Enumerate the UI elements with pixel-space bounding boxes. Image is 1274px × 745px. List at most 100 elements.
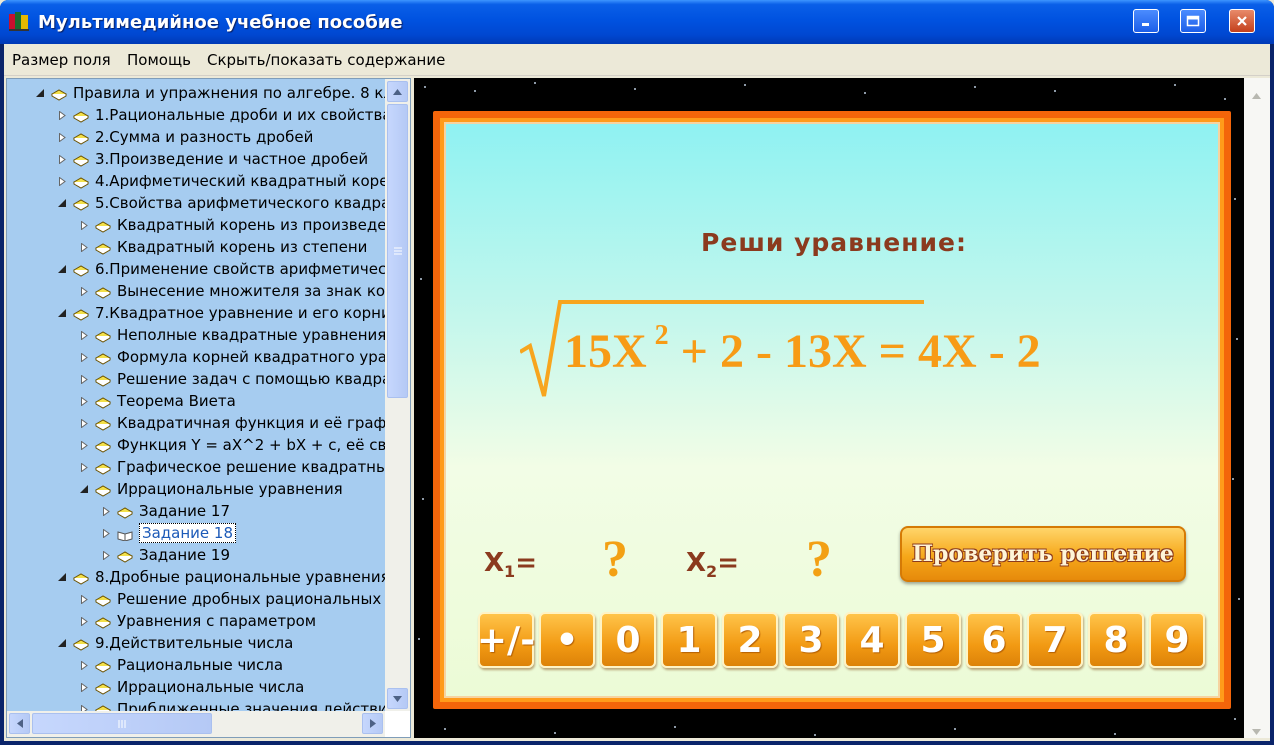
- tree-item[interactable]: 9.Действительные числа: [57, 632, 293, 654]
- collapsed-triangle-icon[interactable]: [79, 286, 89, 296]
- collapsed-triangle-icon[interactable]: [101, 506, 111, 516]
- collapsed-triangle-icon[interactable]: [79, 352, 89, 362]
- tree-item[interactable]: Решение задач с помощью квадра: [79, 368, 385, 390]
- collapsed-triangle-icon[interactable]: [79, 440, 89, 450]
- arrow-left-icon: [16, 719, 23, 728]
- tree-item[interactable]: 6.Применение свойств арифметическ: [57, 258, 385, 280]
- collapsed-triangle-icon[interactable]: [79, 330, 89, 340]
- tree-item[interactable]: Вынесение множителя за знак кор: [79, 280, 385, 302]
- collapsed-triangle-icon[interactable]: [79, 594, 89, 604]
- expanded-triangle-icon[interactable]: [79, 484, 89, 494]
- tree-item[interactable]: Правила и упражнения по алгебре. 8 кла: [35, 82, 385, 104]
- expanded-triangle-icon[interactable]: [57, 198, 67, 208]
- tree-item-label: 6.Применение свойств арифметическ: [95, 260, 385, 278]
- keypad-key[interactable]: 7: [1027, 612, 1083, 668]
- collapsed-triangle-icon[interactable]: [79, 396, 89, 406]
- tree-horizontal-scrollbar[interactable]: [7, 711, 385, 737]
- collapsed-triangle-icon[interactable]: [101, 550, 111, 560]
- keypad-key[interactable]: 9: [1149, 612, 1205, 668]
- collapsed-triangle-icon[interactable]: [79, 682, 89, 692]
- tree-item[interactable]: 3.Произведение и частное дробей: [57, 148, 368, 170]
- keypad-key[interactable]: 8: [1088, 612, 1144, 668]
- title-bar[interactable]: Мультимедийное учебное пособие: [0, 0, 1274, 44]
- keypad-key[interactable]: 6: [966, 612, 1022, 668]
- scroll-right-button[interactable]: [362, 713, 383, 734]
- scroll-down-button[interactable]: [387, 688, 408, 709]
- menu-field-size[interactable]: Размер поля: [12, 51, 111, 69]
- keypad-key[interactable]: 3: [783, 612, 839, 668]
- expanded-triangle-icon[interactable]: [57, 308, 67, 318]
- collapsed-triangle-icon[interactable]: [79, 616, 89, 626]
- content-scroll-up-button[interactable]: [1252, 86, 1261, 104]
- collapsed-triangle-icon[interactable]: [57, 110, 67, 120]
- tree-item[interactable]: Квадратный корень из степени: [79, 236, 367, 258]
- keypad-key[interactable]: 0: [600, 612, 656, 668]
- scroll-thumb[interactable]: [387, 104, 408, 398]
- tree-item-label: Теорема Виета: [117, 392, 236, 410]
- tree-item[interactable]: Рациональные числа: [79, 654, 283, 676]
- collapsed-triangle-icon[interactable]: [79, 660, 89, 670]
- horizontal-scroll-thumb[interactable]: [32, 713, 212, 734]
- book-icon: [94, 703, 112, 711]
- tree-item[interactable]: Задание 18: [101, 522, 237, 544]
- content-vertical-scrollbar[interactable]: [1244, 78, 1270, 738]
- keypad-key[interactable]: +/-: [477, 612, 535, 668]
- keypad-key[interactable]: 1: [661, 612, 717, 668]
- minimize-button[interactable]: [1133, 9, 1159, 33]
- menu-help[interactable]: Помощь: [127, 51, 191, 69]
- scroll-up-button[interactable]: [387, 81, 408, 102]
- collapsed-triangle-icon[interactable]: [79, 462, 89, 472]
- tree-item[interactable]: Квадратичная функция и её графи: [79, 412, 385, 434]
- close-button[interactable]: [1229, 9, 1255, 33]
- tree-item[interactable]: Уравнения с параметром: [79, 610, 316, 632]
- contents-tree[interactable]: Правила и упражнения по алгебре. 8 кла 1.…: [7, 79, 385, 711]
- tree-item[interactable]: Квадратный корень из произведен: [79, 214, 385, 236]
- tree-item[interactable]: 5.Свойства арифметического квадра: [57, 192, 385, 214]
- tree-item[interactable]: Решение дробных рациональных ур: [79, 588, 385, 610]
- collapsed-triangle-icon[interactable]: [79, 704, 89, 711]
- collapsed-triangle-icon[interactable]: [79, 418, 89, 428]
- keypad-key[interactable]: 5: [905, 612, 961, 668]
- scroll-left-button[interactable]: [9, 713, 30, 734]
- tree-item[interactable]: Задание 17: [101, 500, 230, 522]
- collapsed-triangle-icon[interactable]: [57, 154, 67, 164]
- x1-answer[interactable]: ?: [602, 530, 628, 589]
- tree-item[interactable]: Приближенные значения действит: [79, 698, 385, 711]
- tree-item[interactable]: 8.Дробные рациональные уравнения: [57, 566, 385, 588]
- tree-vertical-scrollbar[interactable]: [385, 79, 410, 711]
- x1-label: X1=: [484, 548, 537, 582]
- tree-item[interactable]: 2.Сумма и разность дробей: [57, 126, 313, 148]
- collapsed-triangle-icon[interactable]: [79, 220, 89, 230]
- tree-item[interactable]: Функция Y = aX^2 + bX + c, её свой: [79, 434, 385, 456]
- collapsed-triangle-icon[interactable]: [101, 528, 111, 538]
- keypad-key[interactable]: 2: [722, 612, 778, 668]
- collapsed-triangle-icon[interactable]: [57, 132, 67, 142]
- tree-item[interactable]: 7.Квадратное уравнение и его корни: [57, 302, 385, 324]
- expanded-triangle-icon[interactable]: [35, 88, 45, 98]
- tree-item[interactable]: Иррациональные уравнения: [79, 478, 343, 500]
- x2-answer[interactable]: ?: [806, 530, 832, 589]
- tree-item[interactable]: Графическое решение квадратных: [79, 456, 385, 478]
- tree-item[interactable]: 4.Арифметический квадратный корен: [57, 170, 385, 192]
- expanded-triangle-icon[interactable]: [57, 572, 67, 582]
- tree-item[interactable]: 1.Рациональные дроби и их свойства: [57, 104, 385, 126]
- expanded-triangle-icon[interactable]: [57, 638, 67, 648]
- menu-toggle-contents[interactable]: Скрыть/показать содержание: [207, 51, 445, 69]
- maximize-button[interactable]: [1180, 9, 1206, 33]
- tree-item[interactable]: Иррациональные числа: [79, 676, 304, 698]
- tree-item[interactable]: Теорема Виета: [79, 390, 236, 412]
- arrow-right-icon: [369, 719, 376, 728]
- collapsed-triangle-icon[interactable]: [79, 374, 89, 384]
- expanded-triangle-icon[interactable]: [57, 264, 67, 274]
- check-solution-button[interactable]: Проверить решение: [900, 526, 1186, 582]
- keypad-key[interactable]: 4: [844, 612, 900, 668]
- content-scroll-down-button[interactable]: [1252, 722, 1261, 740]
- collapsed-triangle-icon[interactable]: [79, 242, 89, 252]
- tree-item[interactable]: Неполные квадратные уравнения: [79, 324, 385, 346]
- collapsed-triangle-icon[interactable]: [57, 176, 67, 186]
- tree-item[interactable]: Формула корней квадратного урав: [79, 346, 385, 368]
- book-icon: [94, 373, 112, 387]
- star-dot: [418, 638, 420, 640]
- keypad-key[interactable]: •: [539, 612, 595, 668]
- tree-item[interactable]: Задание 19: [101, 544, 230, 566]
